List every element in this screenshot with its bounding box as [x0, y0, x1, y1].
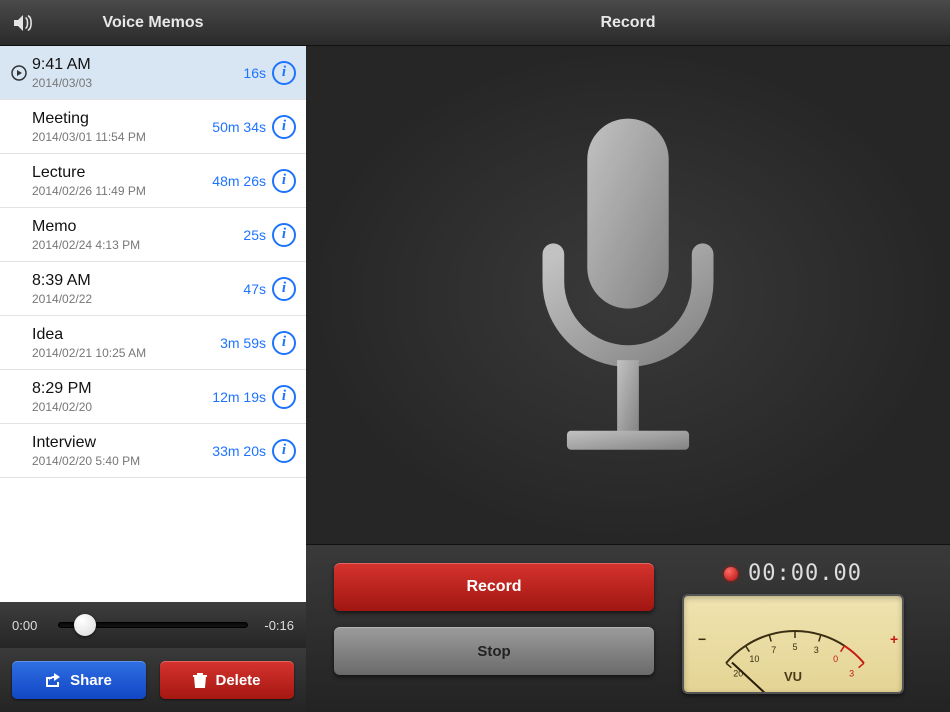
memo-row[interactable]: 8:39 AM 2014/02/2247s i: [0, 262, 306, 316]
control-buttons: Record Stop: [334, 563, 654, 694]
info-icon[interactable]: i: [272, 115, 296, 139]
memo-title: Idea: [32, 326, 220, 344]
memo-duration: 48m 26s: [212, 173, 266, 189]
memo-row[interactable]: Memo 2014/02/24 4:13 PM25s i: [0, 208, 306, 262]
memo-row[interactable]: 8:29 PM 2014/02/2012m 19s i: [0, 370, 306, 424]
memo-list[interactable]: 9:41 AM 2014/03/0316s i Meeting 2014/03/01 1…: [0, 46, 306, 602]
memo-title: Meeting: [32, 110, 212, 128]
svg-text:7: 7: [771, 645, 776, 655]
memo-title: Memo: [32, 218, 243, 236]
memo-title: Lecture: [32, 164, 212, 182]
main-header: Record: [306, 0, 950, 46]
memo-row[interactable]: 9:41 AM 2014/03/0316s i: [0, 46, 306, 100]
memo-main: 8:39 AM 2014/02/22: [30, 272, 243, 306]
playback-scrubber[interactable]: 0:00 -0:16: [0, 602, 306, 648]
stop-button[interactable]: Stop: [334, 627, 654, 675]
memo-main: Lecture 2014/02/26 11:49 PM: [30, 164, 212, 198]
memo-date: 2014/02/21 10:25 AM: [32, 346, 220, 360]
record-label: Record: [466, 578, 521, 596]
memo-duration: 12m 19s: [212, 389, 266, 405]
memo-title: 8:29 PM: [32, 380, 212, 398]
record-indicator-light: [724, 567, 738, 581]
memo-main: Memo 2014/02/24 4:13 PM: [30, 218, 243, 252]
controls-bar: Record Stop 00:00.00 20 10 7 5 3 0 3 − + VU: [306, 544, 950, 712]
trash-icon: [193, 673, 207, 688]
play-indicator: [8, 65, 30, 81]
memo-title: Interview: [32, 434, 212, 452]
speaker-icon[interactable]: [10, 10, 38, 36]
sidebar-actions: Share Delete: [0, 648, 306, 712]
memo-date: 2014/02/26 11:49 PM: [32, 184, 212, 198]
vu-label: VU: [784, 669, 802, 684]
memo-duration: 33m 20s: [212, 443, 266, 459]
main-title: Record: [600, 14, 655, 32]
info-icon[interactable]: i: [272, 223, 296, 247]
memo-date: 2014/02/20: [32, 400, 212, 414]
memo-row[interactable]: Meeting 2014/03/01 11:54 PM50m 34s i: [0, 100, 306, 154]
info-icon[interactable]: i: [272, 169, 296, 193]
svg-text:20: 20: [733, 668, 743, 678]
stop-label: Stop: [477, 643, 510, 660]
sidebar: Voice Memos 9:41 AM2014/03/0316siMeeting…: [0, 0, 306, 712]
info-icon[interactable]: i: [272, 385, 296, 409]
delete-button[interactable]: Delete: [160, 661, 294, 699]
remaining-time: -0:16: [258, 618, 294, 633]
main-panel: Record Record Stop: [306, 0, 950, 712]
share-icon: [46, 673, 62, 687]
svg-text:+: +: [890, 631, 898, 647]
svg-text:−: −: [698, 631, 706, 647]
info-icon[interactable]: i: [272, 331, 296, 355]
svg-text:3: 3: [849, 668, 854, 678]
memo-row[interactable]: Interview 2014/02/20 5:40 PM33m 20s i: [0, 424, 306, 478]
memo-row[interactable]: Lecture 2014/02/26 11:49 PM48m 26s i: [0, 154, 306, 208]
sidebar-title: Voice Memos: [0, 14, 306, 32]
memo-main: 8:29 PM 2014/02/20: [30, 380, 212, 414]
microphone-icon: [488, 105, 768, 485]
memo-row[interactable]: Idea 2014/02/21 10:25 AM3m 59s i: [0, 316, 306, 370]
memo-duration: 3m 59s: [220, 335, 266, 351]
info-icon[interactable]: i: [272, 277, 296, 301]
memo-main: Interview 2014/02/20 5:40 PM: [30, 434, 212, 468]
app-root: Voice Memos 9:41 AM2014/03/0316siMeeting…: [0, 0, 950, 712]
scrub-thumb[interactable]: [74, 614, 96, 636]
record-button[interactable]: Record: [334, 563, 654, 611]
memo-date: 2014/02/22: [32, 292, 243, 306]
memo-date: 2014/03/01 11:54 PM: [32, 130, 212, 144]
meter-area: 00:00.00 20 10 7 5 3 0 3 − + VU: [678, 563, 908, 694]
memo-duration: 25s: [243, 227, 266, 243]
svg-text:0: 0: [833, 654, 838, 664]
memo-duration: 50m 34s: [212, 119, 266, 135]
microphone-display: [306, 46, 950, 544]
svg-text:5: 5: [792, 642, 797, 652]
timer-row: 00:00.00: [724, 561, 862, 586]
svg-text:10: 10: [749, 654, 759, 664]
memo-duration: 16s: [243, 65, 266, 81]
delete-label: Delete: [215, 672, 260, 689]
vu-meter: 20 10 7 5 3 0 3 − + VU: [682, 594, 904, 694]
svg-text:3: 3: [814, 645, 819, 655]
memo-main: Idea 2014/02/21 10:25 AM: [30, 326, 220, 360]
scrub-track[interactable]: [58, 622, 248, 628]
memo-date: 2014/02/24 4:13 PM: [32, 238, 243, 252]
memo-title: 9:41 AM: [32, 56, 243, 74]
share-label: Share: [70, 672, 112, 689]
memo-main: 9:41 AM 2014/03/03: [30, 56, 243, 90]
memo-date: 2014/03/03: [32, 76, 243, 90]
memo-date: 2014/02/20 5:40 PM: [32, 454, 212, 468]
elapsed-time: 0:00: [12, 618, 48, 633]
memo-duration: 47s: [243, 281, 266, 297]
sidebar-header: Voice Memos: [0, 0, 306, 46]
memo-title: 8:39 AM: [32, 272, 243, 290]
memo-main: Meeting 2014/03/01 11:54 PM: [30, 110, 212, 144]
info-icon[interactable]: i: [272, 439, 296, 463]
timer-display: 00:00.00: [748, 561, 862, 586]
info-icon[interactable]: i: [272, 61, 296, 85]
share-button[interactable]: Share: [12, 661, 146, 699]
